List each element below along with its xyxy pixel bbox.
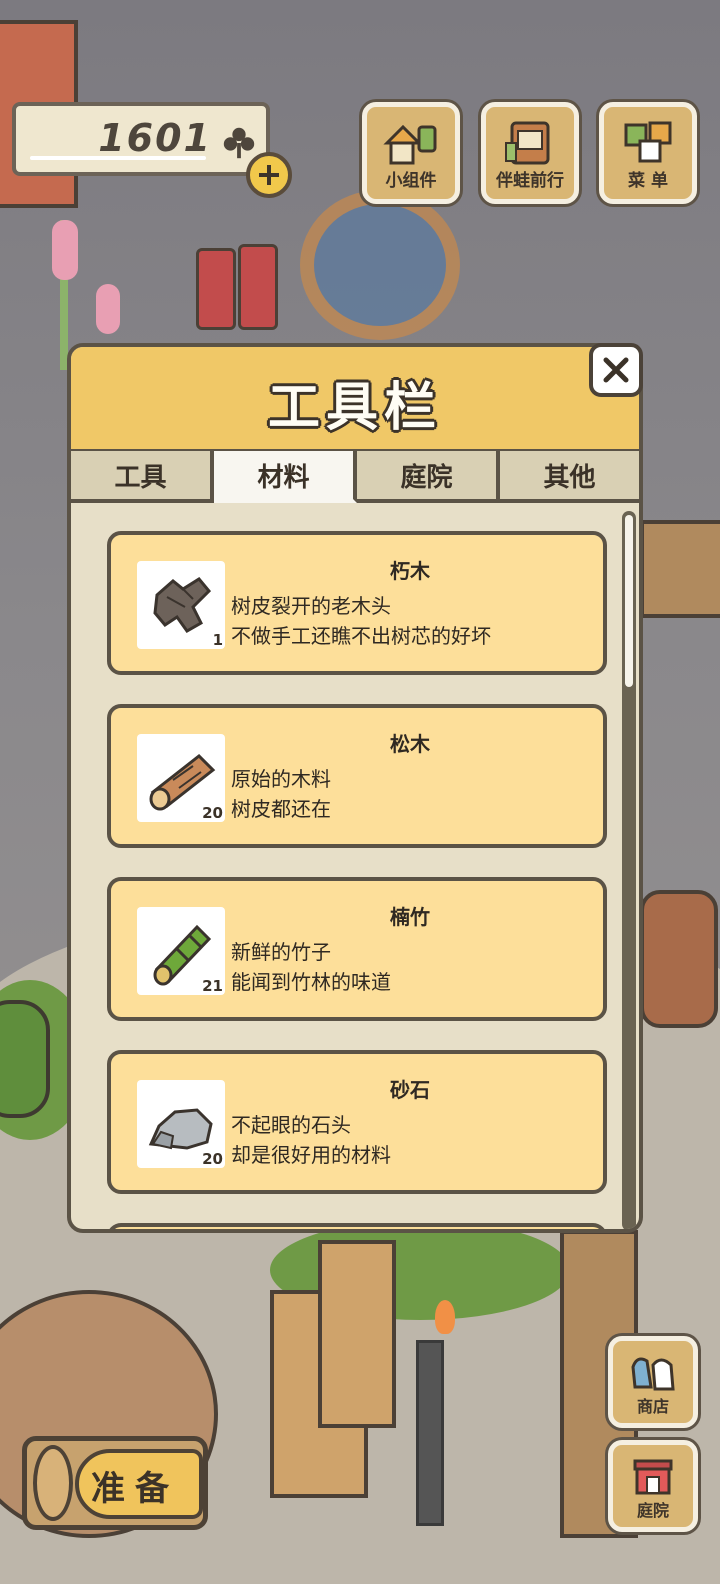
list-item[interactable]: 21 楠竹 新鲜的竹子 能闻到竹林的味道	[107, 877, 607, 1021]
item-description: 原始的木料 树皮都还在	[231, 764, 331, 824]
rotten-wood-icon	[153, 577, 212, 633]
menu-label: 菜 单	[628, 171, 668, 191]
item-desc-line-2: 不做手工还瞧不出树芯的好坏	[231, 624, 491, 648]
tab-materials[interactable]: 材料	[214, 451, 357, 503]
prepare-label: 准备	[91, 1469, 179, 1509]
item-quantity: 20	[202, 804, 223, 822]
shop-button[interactable]: 商店	[608, 1336, 698, 1428]
item-desc-line-1: 不起眼的石头	[231, 1113, 351, 1137]
panel-header: 工具栏	[71, 347, 639, 453]
item-name: 楠竹	[390, 905, 430, 929]
item-thumbnail: 20	[137, 734, 225, 822]
journal-icon	[505, 121, 550, 165]
tab-tools[interactable]: 工具	[71, 451, 214, 503]
add-clover-button[interactable]	[246, 152, 292, 198]
item-thumbnail: 21	[137, 907, 225, 995]
item-desc-line-1: 树皮裂开的老木头	[231, 594, 391, 618]
close-button[interactable]	[589, 343, 643, 397]
category-tabs: 工具 材料 庭院 其他	[71, 451, 639, 503]
shop-label: 商店	[636, 1397, 669, 1416]
item-description: 新鲜的竹子 能闻到竹林的味道	[231, 937, 391, 997]
item-quantity: 1	[212, 631, 223, 649]
clover-count: 1601	[98, 116, 212, 160]
folding-screen-2	[318, 1240, 396, 1428]
item-desc-line-1: 新鲜的竹子	[231, 940, 331, 964]
charm-ornament-2	[238, 244, 278, 330]
list-item[interactable]: 1 朽木 树皮裂开的老木头 不做手工还瞧不出树芯的好坏	[107, 531, 607, 675]
item-desc-line-2: 树皮都还在	[231, 797, 331, 821]
yard-button[interactable]: 庭院	[608, 1440, 698, 1532]
widget-button[interactable]: 小组件	[362, 102, 460, 204]
journey-button[interactable]: 伴蛙前行	[481, 102, 579, 204]
item-quantity: 20	[202, 1150, 223, 1168]
item-description: 树皮裂开的老木头 不做手工还瞧不出树芯的好坏	[231, 591, 491, 651]
flower-bloom-2	[96, 284, 120, 334]
log-end	[33, 1445, 73, 1521]
prepare-button[interactable]: 准备	[22, 1436, 208, 1530]
menu-icon	[624, 121, 672, 163]
toolbox-panel: 工具栏 工具 材料 庭院 其他 1 朽木 树皮裂开的老木头 不做手工还瞧不出树芯…	[67, 343, 643, 1233]
plus-icon	[259, 165, 279, 185]
tab-other[interactable]: 其他	[500, 451, 639, 503]
woven-basket	[640, 890, 718, 1028]
widget-icon	[383, 124, 437, 165]
clover-bar-underline	[30, 156, 206, 160]
lamp-flame	[435, 1300, 455, 1334]
close-icon	[603, 357, 629, 383]
list-item[interactable]: 20 松木 原始的木料 树皮都还在	[107, 704, 607, 848]
item-quantity: 21	[202, 977, 223, 995]
item-thumbnail: 1	[137, 561, 225, 649]
list-item[interactable]: 20 砂石 不起眼的石头 却是很好用的材料	[107, 1050, 607, 1194]
journey-label: 伴蛙前行	[496, 171, 564, 191]
item-desc-line-1: 原始的木料	[231, 767, 331, 791]
item-name: 松木	[390, 732, 430, 756]
yard-gate-icon	[633, 1459, 673, 1495]
widget-label: 小组件	[385, 171, 437, 191]
flower-bloom	[52, 220, 78, 280]
item-description: 不起眼的石头 却是很好用的材料	[231, 1110, 391, 1170]
frog-character	[0, 1000, 50, 1118]
shop-bag-icon	[631, 1357, 675, 1391]
scrollbar[interactable]	[622, 511, 636, 1229]
clover-icon	[223, 127, 255, 159]
tab-yard[interactable]: 庭院	[357, 451, 500, 503]
window-porthole	[300, 190, 460, 340]
item-list: 1 朽木 树皮裂开的老木头 不做手工还瞧不出树芯的好坏 20 松木 原始的木料	[107, 531, 607, 1229]
item-name: 砂石	[390, 1078, 430, 1102]
menu-button[interactable]: 菜 单	[599, 102, 697, 204]
item-name: 朽木	[390, 559, 430, 583]
clover-counter: 1601	[12, 102, 270, 176]
scrollbar-thumb[interactable]	[625, 515, 633, 687]
item-desc-line-2: 却是很好用的材料	[231, 1143, 391, 1167]
yard-label: 庭院	[636, 1501, 669, 1520]
list-item-partial[interactable]	[107, 1223, 607, 1229]
charm-ornament	[196, 248, 236, 330]
item-desc-line-2: 能闻到竹林的味道	[231, 970, 391, 994]
lamp-stand	[416, 1340, 444, 1526]
item-thumbnail: 20	[137, 1080, 225, 1168]
panel-title: 工具栏	[267, 378, 442, 438]
shelf-right	[640, 520, 720, 618]
